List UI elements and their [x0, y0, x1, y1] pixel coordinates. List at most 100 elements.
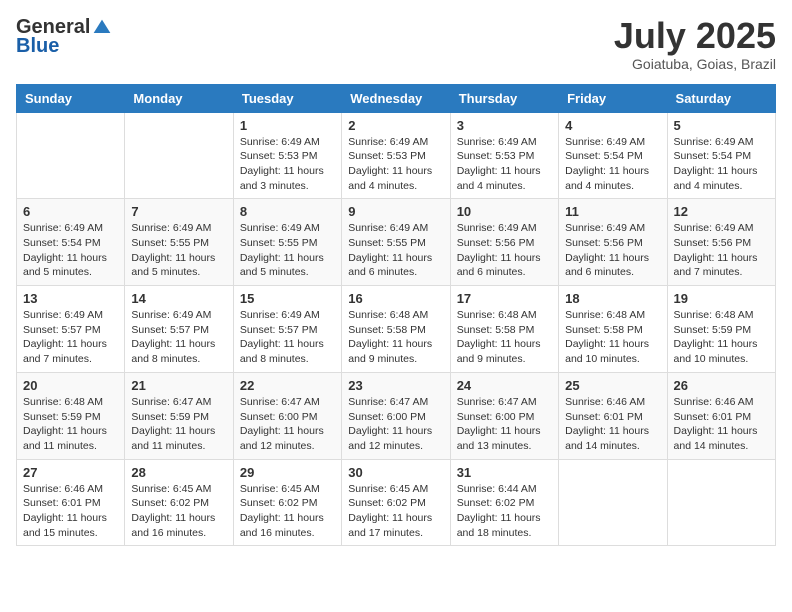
weekday-header-thursday: Thursday [450, 84, 558, 112]
sunset-label: Sunset: 5:56 PM [457, 237, 535, 249]
sunrise-label: Sunrise: 6:49 AM [240, 222, 320, 234]
daylight-label: Daylight: 11 hours and 12 minutes. [240, 425, 324, 452]
sunset-label: Sunset: 5:55 PM [348, 237, 426, 249]
day-number: 26 [674, 378, 769, 393]
daylight-label: Daylight: 11 hours and 8 minutes. [240, 338, 324, 365]
day-number: 21 [131, 378, 226, 393]
day-info: Sunrise: 6:47 AM Sunset: 5:59 PM Dayligh… [131, 395, 226, 454]
day-info: Sunrise: 6:44 AM Sunset: 6:02 PM Dayligh… [457, 482, 552, 541]
logo-blue-text: Blue [16, 35, 59, 58]
day-info: Sunrise: 6:49 AM Sunset: 5:55 PM Dayligh… [240, 221, 335, 280]
daylight-label: Daylight: 11 hours and 4 minutes. [565, 165, 649, 192]
day-number: 16 [348, 291, 443, 306]
sunset-label: Sunset: 6:00 PM [457, 411, 535, 423]
day-number: 25 [565, 378, 660, 393]
calendar-cell: 25 Sunrise: 6:46 AM Sunset: 6:01 PM Dayl… [559, 372, 667, 459]
calendar-cell: 12 Sunrise: 6:49 AM Sunset: 5:56 PM Dayl… [667, 199, 775, 286]
day-number: 31 [457, 465, 552, 480]
daylight-label: Daylight: 11 hours and 6 minutes. [348, 252, 432, 279]
sunrise-label: Sunrise: 6:47 AM [457, 396, 537, 408]
sunrise-label: Sunrise: 6:49 AM [457, 136, 537, 148]
weekday-header-row: SundayMondayTuesdayWednesdayThursdayFrid… [17, 84, 776, 112]
daylight-label: Daylight: 11 hours and 7 minutes. [674, 252, 758, 279]
calendar-cell: 5 Sunrise: 6:49 AM Sunset: 5:54 PM Dayli… [667, 112, 775, 199]
day-number: 6 [23, 204, 118, 219]
daylight-label: Daylight: 11 hours and 5 minutes. [131, 252, 215, 279]
sunset-label: Sunset: 5:53 PM [240, 150, 318, 162]
day-info: Sunrise: 6:49 AM Sunset: 5:54 PM Dayligh… [565, 135, 660, 194]
sunrise-label: Sunrise: 6:45 AM [131, 483, 211, 495]
sunrise-label: Sunrise: 6:49 AM [674, 136, 754, 148]
sunrise-label: Sunrise: 6:48 AM [348, 309, 428, 321]
calendar-cell: 18 Sunrise: 6:48 AM Sunset: 5:58 PM Dayl… [559, 286, 667, 373]
day-info: Sunrise: 6:49 AM Sunset: 5:57 PM Dayligh… [131, 308, 226, 367]
day-info: Sunrise: 6:49 AM Sunset: 5:56 PM Dayligh… [457, 221, 552, 280]
day-info: Sunrise: 6:46 AM Sunset: 6:01 PM Dayligh… [23, 482, 118, 541]
sunset-label: Sunset: 5:55 PM [240, 237, 318, 249]
sunset-label: Sunset: 5:57 PM [131, 324, 209, 336]
day-number: 3 [457, 118, 552, 133]
calendar-cell: 17 Sunrise: 6:48 AM Sunset: 5:58 PM Dayl… [450, 286, 558, 373]
day-info: Sunrise: 6:49 AM Sunset: 5:56 PM Dayligh… [674, 221, 769, 280]
sunrise-label: Sunrise: 6:47 AM [240, 396, 320, 408]
daylight-label: Daylight: 11 hours and 13 minutes. [457, 425, 541, 452]
calendar-cell: 14 Sunrise: 6:49 AM Sunset: 5:57 PM Dayl… [125, 286, 233, 373]
sunset-label: Sunset: 5:58 PM [457, 324, 535, 336]
sunrise-label: Sunrise: 6:45 AM [348, 483, 428, 495]
day-number: 19 [674, 291, 769, 306]
sunset-label: Sunset: 6:00 PM [240, 411, 318, 423]
sunset-label: Sunset: 5:54 PM [23, 237, 101, 249]
calendar-cell: 27 Sunrise: 6:46 AM Sunset: 6:01 PM Dayl… [17, 459, 125, 546]
sunrise-label: Sunrise: 6:46 AM [565, 396, 645, 408]
sunset-label: Sunset: 5:54 PM [674, 150, 752, 162]
day-info: Sunrise: 6:48 AM Sunset: 5:58 PM Dayligh… [348, 308, 443, 367]
sunset-label: Sunset: 6:02 PM [457, 497, 535, 509]
daylight-label: Daylight: 11 hours and 12 minutes. [348, 425, 432, 452]
day-number: 7 [131, 204, 226, 219]
calendar-cell: 21 Sunrise: 6:47 AM Sunset: 5:59 PM Dayl… [125, 372, 233, 459]
calendar-cell: 6 Sunrise: 6:49 AM Sunset: 5:54 PM Dayli… [17, 199, 125, 286]
calendar-cell [559, 459, 667, 546]
day-number: 20 [23, 378, 118, 393]
title-section: July 2025 Goiatuba, Goias, Brazil [614, 16, 776, 72]
day-number: 10 [457, 204, 552, 219]
daylight-label: Daylight: 11 hours and 16 minutes. [240, 512, 324, 539]
day-info: Sunrise: 6:48 AM Sunset: 5:58 PM Dayligh… [457, 308, 552, 367]
sunset-label: Sunset: 6:01 PM [23, 497, 101, 509]
calendar-cell: 16 Sunrise: 6:48 AM Sunset: 5:58 PM Dayl… [342, 286, 450, 373]
day-info: Sunrise: 6:45 AM Sunset: 6:02 PM Dayligh… [348, 482, 443, 541]
calendar-cell: 19 Sunrise: 6:48 AM Sunset: 5:59 PM Dayl… [667, 286, 775, 373]
calendar-cell: 30 Sunrise: 6:45 AM Sunset: 6:02 PM Dayl… [342, 459, 450, 546]
day-info: Sunrise: 6:48 AM Sunset: 5:59 PM Dayligh… [23, 395, 118, 454]
sunset-label: Sunset: 5:53 PM [457, 150, 535, 162]
day-number: 28 [131, 465, 226, 480]
daylight-label: Daylight: 11 hours and 10 minutes. [565, 338, 649, 365]
sunrise-label: Sunrise: 6:45 AM [240, 483, 320, 495]
calendar-cell: 26 Sunrise: 6:46 AM Sunset: 6:01 PM Dayl… [667, 372, 775, 459]
calendar-week-2: 6 Sunrise: 6:49 AM Sunset: 5:54 PM Dayli… [17, 199, 776, 286]
weekday-header-monday: Monday [125, 84, 233, 112]
sunset-label: Sunset: 5:57 PM [240, 324, 318, 336]
calendar-cell: 23 Sunrise: 6:47 AM Sunset: 6:00 PM Dayl… [342, 372, 450, 459]
daylight-label: Daylight: 11 hours and 16 minutes. [131, 512, 215, 539]
sunset-label: Sunset: 5:56 PM [674, 237, 752, 249]
day-info: Sunrise: 6:49 AM Sunset: 5:57 PM Dayligh… [240, 308, 335, 367]
day-number: 29 [240, 465, 335, 480]
sunrise-label: Sunrise: 6:48 AM [674, 309, 754, 321]
sunrise-label: Sunrise: 6:49 AM [565, 136, 645, 148]
day-number: 18 [565, 291, 660, 306]
day-info: Sunrise: 6:49 AM Sunset: 5:54 PM Dayligh… [674, 135, 769, 194]
calendar-cell: 11 Sunrise: 6:49 AM Sunset: 5:56 PM Dayl… [559, 199, 667, 286]
sunset-label: Sunset: 6:02 PM [348, 497, 426, 509]
sunrise-label: Sunrise: 6:49 AM [565, 222, 645, 234]
calendar-cell: 3 Sunrise: 6:49 AM Sunset: 5:53 PM Dayli… [450, 112, 558, 199]
sunset-label: Sunset: 5:59 PM [23, 411, 101, 423]
calendar-cell: 2 Sunrise: 6:49 AM Sunset: 5:53 PM Dayli… [342, 112, 450, 199]
sunrise-label: Sunrise: 6:48 AM [23, 396, 103, 408]
day-info: Sunrise: 6:49 AM Sunset: 5:53 PM Dayligh… [240, 135, 335, 194]
page-header: General Blue July 2025 Goiatuba, Goias, … [16, 16, 776, 72]
day-info: Sunrise: 6:49 AM Sunset: 5:54 PM Dayligh… [23, 221, 118, 280]
daylight-label: Daylight: 11 hours and 11 minutes. [131, 425, 215, 452]
weekday-header-tuesday: Tuesday [233, 84, 341, 112]
sunset-label: Sunset: 5:57 PM [23, 324, 101, 336]
